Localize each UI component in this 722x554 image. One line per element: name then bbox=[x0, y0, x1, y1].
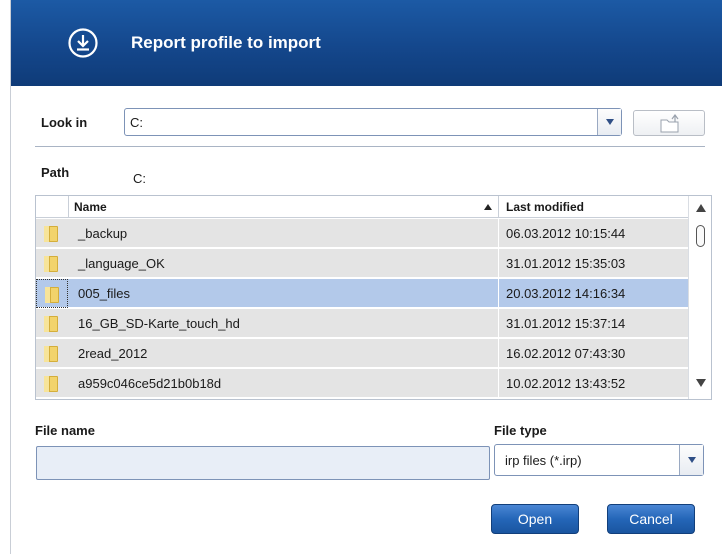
divider bbox=[35, 146, 705, 147]
folder-icon bbox=[44, 346, 58, 362]
column-divider bbox=[498, 369, 499, 398]
column-divider bbox=[498, 219, 499, 248]
folder-icon bbox=[44, 376, 58, 392]
header-divider bbox=[68, 196, 69, 218]
folder-icon bbox=[45, 287, 59, 303]
row-icon-cell bbox=[36, 279, 68, 308]
sort-ascending-icon bbox=[484, 204, 492, 210]
folder-icon bbox=[44, 256, 58, 272]
header-divider bbox=[498, 196, 499, 218]
row-name: 16_GB_SD-Karte_touch_hd bbox=[78, 316, 240, 331]
dialog-header: Report profile to import bbox=[11, 0, 722, 86]
look-in-combobox[interactable]: C: bbox=[124, 108, 622, 136]
row-name: _language_OK bbox=[78, 256, 165, 271]
scroll-down-arrow-icon[interactable] bbox=[696, 379, 706, 387]
vertical-scrollbar[interactable] bbox=[688, 196, 711, 399]
row-name: 005_files bbox=[78, 286, 131, 301]
row-icon-cell bbox=[36, 249, 68, 278]
import-dialog: Report profile to import Look in C: Path… bbox=[10, 0, 722, 554]
chevron-down-icon bbox=[606, 119, 614, 125]
table-row[interactable]: 16_GB_SD-Karte_touch_hd 31.01.2012 15:37… bbox=[36, 309, 688, 338]
path-value: C: bbox=[133, 171, 146, 186]
row-name: _backup bbox=[78, 226, 128, 241]
dialog-title: Report profile to import bbox=[131, 33, 321, 52]
path-label: Path bbox=[41, 165, 70, 180]
scroll-up-arrow-icon[interactable] bbox=[696, 204, 706, 212]
folder-up-icon bbox=[660, 114, 679, 133]
folder-icon bbox=[44, 316, 58, 332]
column-divider bbox=[498, 279, 499, 308]
look-in-value: C: bbox=[130, 115, 143, 130]
row-modified: 10.02.2012 13:43:52 bbox=[506, 376, 626, 391]
row-name: 2read_2012 bbox=[78, 346, 148, 361]
folder-icon bbox=[44, 226, 58, 242]
scrollbar-thumb[interactable] bbox=[696, 225, 705, 247]
row-modified: 20.03.2012 14:16:34 bbox=[506, 286, 626, 301]
table-row[interactable]: _language_OK 31.01.2012 15:35:03 bbox=[36, 249, 688, 278]
column-divider bbox=[498, 249, 499, 278]
column-header-last-modified[interactable]: Last modified bbox=[506, 200, 584, 214]
look-in-dropdown-button[interactable] bbox=[597, 109, 621, 135]
file-name-input[interactable] bbox=[36, 446, 490, 480]
row-icon-cell bbox=[36, 369, 68, 398]
row-icon-cell bbox=[36, 309, 68, 338]
look-in-label: Look in bbox=[41, 115, 88, 130]
file-type-value: irp files (*.irp) bbox=[505, 453, 582, 468]
row-modified: 31.01.2012 15:35:03 bbox=[506, 256, 626, 271]
table-row[interactable]: _backup 06.03.2012 10:15:44 bbox=[36, 219, 688, 248]
row-modified: 16.02.2012 07:43:30 bbox=[506, 346, 626, 361]
up-one-level-button[interactable] bbox=[633, 110, 705, 136]
row-modified: 31.01.2012 15:37:14 bbox=[506, 316, 626, 331]
column-divider bbox=[498, 309, 499, 338]
file-name-label: File name bbox=[35, 423, 95, 438]
row-icon-cell bbox=[36, 219, 68, 248]
column-divider bbox=[498, 339, 499, 368]
file-list-header: Name Last modified bbox=[36, 196, 688, 218]
file-type-dropdown-button[interactable] bbox=[679, 445, 703, 475]
table-row[interactable]: 2read_2012 16.02.2012 07:43:30 bbox=[36, 339, 688, 368]
download-circle-icon bbox=[68, 28, 98, 58]
cancel-button[interactable]: Cancel bbox=[607, 504, 695, 534]
row-icon-cell bbox=[36, 339, 68, 368]
file-type-select[interactable]: irp files (*.irp) bbox=[494, 444, 704, 476]
file-type-label: File type bbox=[494, 423, 547, 438]
column-header-name[interactable]: Name bbox=[74, 200, 107, 214]
table-row[interactable]: a959c046ce5d21b0b18d 10.02.2012 13:43:52 bbox=[36, 369, 688, 398]
chevron-down-icon bbox=[688, 457, 696, 463]
open-button[interactable]: Open bbox=[491, 504, 579, 534]
row-name: a959c046ce5d21b0b18d bbox=[78, 376, 222, 391]
row-modified: 06.03.2012 10:15:44 bbox=[506, 226, 626, 241]
file-list: Name Last modified _backup 06.03.2012 10… bbox=[35, 195, 712, 400]
table-row-selected[interactable]: 005_files 20.03.2012 14:16:34 bbox=[36, 279, 688, 308]
